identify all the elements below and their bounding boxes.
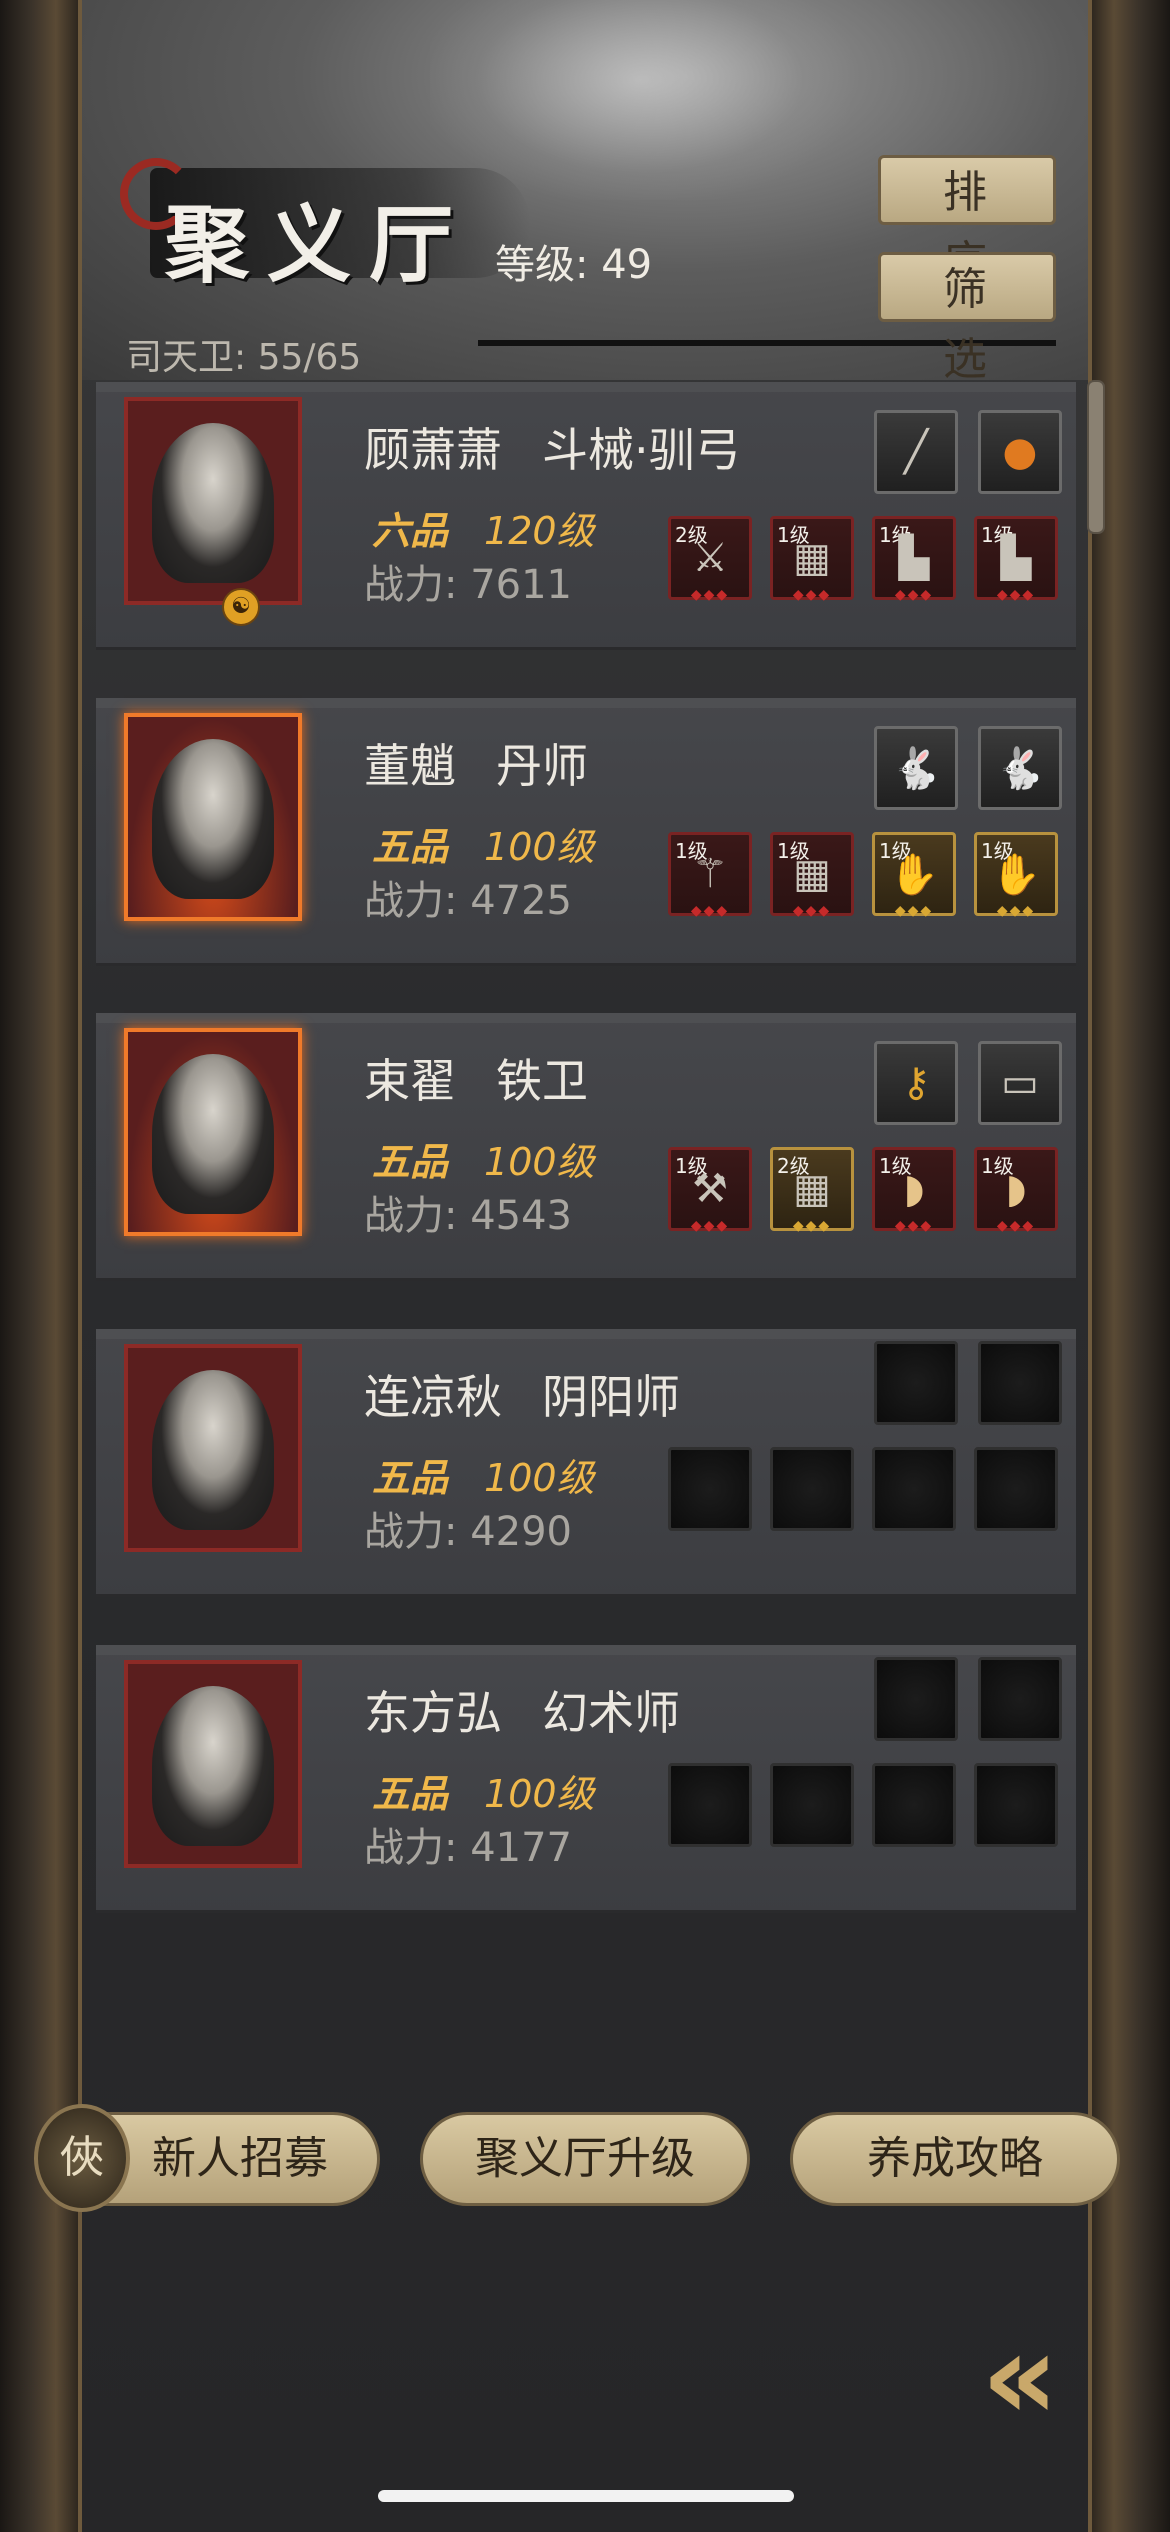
- empty-slot[interactable]: [974, 1447, 1058, 1531]
- hero-power: 战力: 4290: [364, 1509, 572, 1555]
- hero-power: 战力: 4543: [364, 1193, 572, 1239]
- boots-equipment-icon[interactable]: 1级 ▙ ◆◆◆: [872, 516, 956, 603]
- hall-level: 等级: 49: [495, 242, 653, 288]
- empty-slot[interactable]: [874, 1657, 958, 1741]
- hero-card[interactable]: ☯ 顾萧萧 斗械·驯弓 六品 120级 战力: 7611 ╱ ● 2级 ⚔ ◆◆◆ 1级…: [96, 382, 1076, 650]
- hammer-equipment-icon[interactable]: 1级 ⚒ ◆◆◆: [668, 1147, 752, 1234]
- hero-grade: 五品: [372, 1772, 449, 1816]
- horn-equipment-icon[interactable]: 1级 ◗ ◆◆◆: [872, 1147, 956, 1234]
- hero-portrait[interactable]: [124, 1028, 302, 1236]
- sort-button[interactable]: 排序: [878, 155, 1056, 288]
- rabbit-pet-icon[interactable]: 🐇: [874, 726, 958, 810]
- hero-level: 120级: [484, 509, 595, 553]
- hero-name: 董魈: [364, 739, 456, 793]
- hero-card[interactable]: 东方弘 幻术师 五品 100级 战力: 4177: [96, 1645, 1076, 1913]
- hero-job: 丹师: [496, 739, 588, 793]
- glove-equipment-icon[interactable]: 1级 ✋ ◆◆◆: [872, 832, 956, 919]
- empty-slot[interactable]: [978, 1341, 1062, 1425]
- hero-grade: 五品: [372, 1456, 449, 1500]
- hero-portrait[interactable]: [124, 1344, 302, 1552]
- recruit-token-icon: 俠: [34, 2104, 130, 2212]
- hero-card[interactable]: 董魈 丹师 五品 100级 战力: 4725 🐇 🐇 1级 ⚚ ◆◆◆ 1级 ▦ ◆◆◆ 1…: [96, 698, 1076, 966]
- hero-job: 铁卫: [496, 1054, 588, 1108]
- weapon-spear-icon[interactable]: ╱: [874, 410, 958, 494]
- hero-face-image: [152, 423, 274, 583]
- hero-level: 100级: [484, 1772, 595, 1816]
- hero-portrait[interactable]: [124, 713, 302, 921]
- hero-level: 100级: [484, 1140, 595, 1184]
- double-chevron-left-icon[interactable]: «: [960, 2318, 1080, 2438]
- hero-face-image: [152, 1054, 274, 1214]
- hero-job: 幻术师: [542, 1686, 680, 1740]
- hero-name: 东方弘: [364, 1686, 502, 1740]
- hero-job: 斗械·驯弓: [542, 423, 741, 477]
- halberd-equipment-icon[interactable]: 1级 ⚚ ◆◆◆: [668, 832, 752, 919]
- hero-grade: 六品: [372, 509, 449, 553]
- boots-equipment-icon[interactable]: 1级 ▙ ◆◆◆: [974, 516, 1058, 603]
- hero-name: 连凉秋: [364, 1370, 502, 1424]
- horn-equipment-icon[interactable]: 1级 ◗ ◆◆◆: [974, 1147, 1058, 1234]
- empty-slot[interactable]: [872, 1763, 956, 1847]
- hero-face-image: [152, 739, 274, 899]
- crossbow-equipment-icon[interactable]: 2级 ⚔ ◆◆◆: [668, 516, 752, 603]
- empty-slot[interactable]: [978, 1657, 1062, 1741]
- armor-equipment-icon[interactable]: 1级 ▦ ◆◆◆: [770, 832, 854, 919]
- empty-slot[interactable]: [770, 1763, 854, 1847]
- awakening-badge-icon: ☯: [222, 588, 260, 626]
- hero-grade: 五品: [372, 825, 449, 869]
- armor-equipment-icon[interactable]: 2级 ▦ ◆◆◆: [770, 1147, 854, 1234]
- hero-power: 战力: 4725: [364, 878, 572, 924]
- hero-portrait[interactable]: [124, 397, 302, 605]
- crane-illustration: [430, 0, 850, 200]
- empty-slot[interactable]: [874, 1341, 958, 1425]
- hero-portrait[interactable]: [124, 1660, 302, 1868]
- hall-upgrade-button[interactable]: 聚义厅升级: [420, 2112, 750, 2206]
- hero-level: 100级: [484, 825, 595, 869]
- hero-power: 战力: 7611: [364, 562, 572, 608]
- hero-face-image: [152, 1370, 274, 1530]
- hero-name: 顾萧萧: [364, 423, 502, 477]
- hero-level: 100级: [484, 1456, 595, 1500]
- hero-power: 战力: 4177: [364, 1825, 572, 1871]
- empty-slot[interactable]: [974, 1763, 1058, 1847]
- hero-card[interactable]: 连凉秋 阴阳师 五品 100级 战力: 4290: [96, 1329, 1076, 1597]
- hero-face-image: [152, 1686, 274, 1846]
- empty-slot[interactable]: [770, 1447, 854, 1531]
- empty-slot[interactable]: [668, 1763, 752, 1847]
- hero-job: 阴阳师: [542, 1370, 680, 1424]
- hero-grade: 五品: [372, 1140, 449, 1184]
- home-indicator[interactable]: [378, 2490, 794, 2502]
- golden-key-icon[interactable]: ⚷: [874, 1041, 958, 1125]
- filter-button[interactable]: 筛选: [878, 252, 1056, 385]
- amber-gem-icon[interactable]: ●: [978, 410, 1062, 494]
- list-scrollbar[interactable]: [1087, 380, 1105, 534]
- rabbit-pet-icon[interactable]: 🐇: [978, 726, 1062, 810]
- chest-icon[interactable]: ▭: [978, 1041, 1062, 1125]
- hero-card[interactable]: 束翟 铁卫 五品 100级 战力: 4543 ⚷ ▭ 1级 ⚒ ◆◆◆ 2级 ▦ ◆◆◆ 1…: [96, 1013, 1076, 1281]
- armor-equipment-icon[interactable]: 1级 ▦ ◆◆◆: [770, 516, 854, 603]
- hero-list[interactable]: ☯ 顾萧萧 斗械·驯弓 六品 120级 战力: 7611 ╱ ● 2级 ⚔ ◆◆◆ 1级…: [96, 382, 1076, 1972]
- empty-slot[interactable]: [668, 1447, 752, 1531]
- guard-count: 司天卫: 55/65: [126, 337, 362, 378]
- hero-name: 束翟: [364, 1054, 456, 1108]
- page-title: 聚义厅: [165, 195, 472, 294]
- glove-equipment-icon[interactable]: 1级 ✋ ◆◆◆: [974, 832, 1058, 919]
- growth-guide-button[interactable]: 养成攻略: [790, 2112, 1120, 2206]
- empty-slot[interactable]: [872, 1447, 956, 1531]
